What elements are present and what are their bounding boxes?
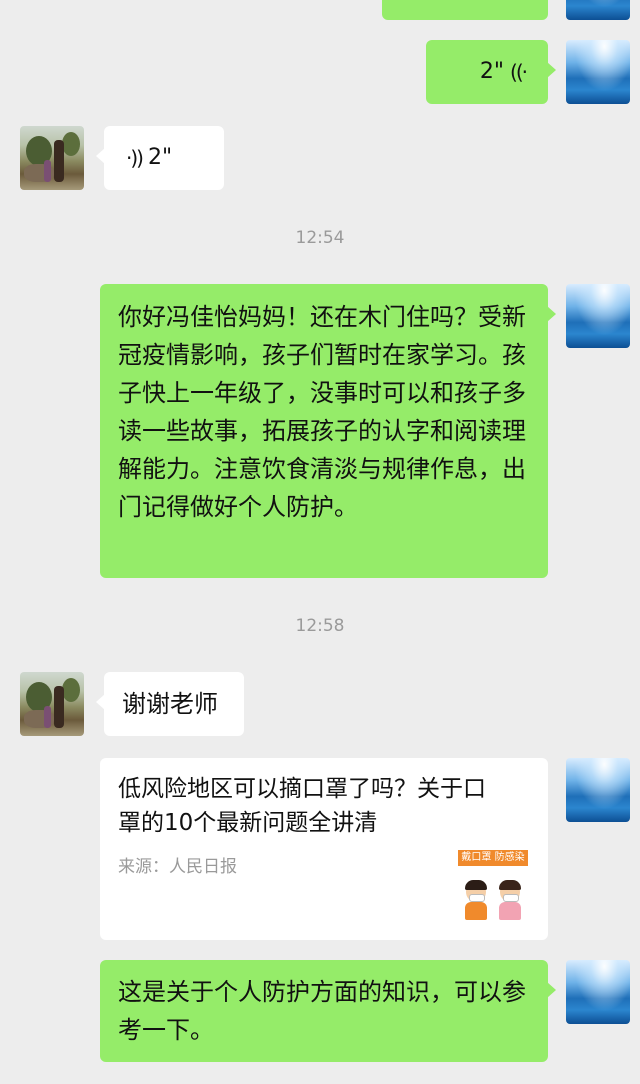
- text-message-sent[interactable]: 这是关于个人防护方面的知识，可以参考一下。: [100, 960, 556, 1062]
- boy-with-mask-icon: [464, 880, 488, 920]
- girl-with-mask-icon: [498, 880, 522, 920]
- voice-message-received[interactable]: ·)) 2": [96, 126, 224, 190]
- sender-avatar[interactable]: [566, 0, 630, 20]
- article-card[interactable]: 低风险地区可以摘口罩了吗？关于口罩的10个最新问题全讲清 来源：人民日报 戴口罩…: [100, 758, 548, 940]
- text-message-received[interactable]: 谢谢老师: [96, 672, 244, 736]
- sender-avatar[interactable]: [566, 758, 630, 822]
- sender-avatar[interactable]: [566, 960, 630, 1024]
- message-text: 这是关于个人防护方面的知识，可以参考一下。: [118, 978, 526, 1044]
- article-title: 低风险地区可以摘口罩了吗？关于口罩的10个最新问题全讲清: [118, 776, 486, 836]
- message-text: 你好冯佳怡妈妈！还在木门住吗？受新冠疫情影响，孩子们暂时在家学习。孩子快上一年级…: [118, 303, 526, 521]
- voice-message-sent[interactable]: 2" ((·: [426, 40, 556, 104]
- article-source: 来源：人民日报: [118, 857, 237, 877]
- voice-wave-icon: ((·: [510, 60, 528, 84]
- thumbnail-banner: 戴口罩 防感染: [458, 850, 528, 866]
- text-message-sent[interactable]: 你好冯佳怡妈妈！还在木门住吗？受新冠疫情影响，孩子们暂时在家学习。孩子快上一年级…: [100, 284, 556, 578]
- message-text: 谢谢老师: [122, 690, 218, 718]
- message-timestamp: 12:54: [295, 228, 345, 248]
- voice-duration: 2": [479, 59, 505, 84]
- message-timestamp: 12:58: [295, 616, 345, 636]
- voice-duration: 2": [147, 145, 173, 170]
- contact-avatar[interactable]: [20, 672, 84, 736]
- sender-avatar[interactable]: [566, 284, 630, 348]
- contact-avatar[interactable]: [20, 126, 84, 190]
- sender-avatar[interactable]: [566, 40, 630, 104]
- previous-sent-bubble[interactable]: [382, 0, 548, 20]
- voice-wave-icon: ·)): [126, 146, 144, 170]
- article-thumbnail: 戴口罩 防感染: [456, 850, 528, 922]
